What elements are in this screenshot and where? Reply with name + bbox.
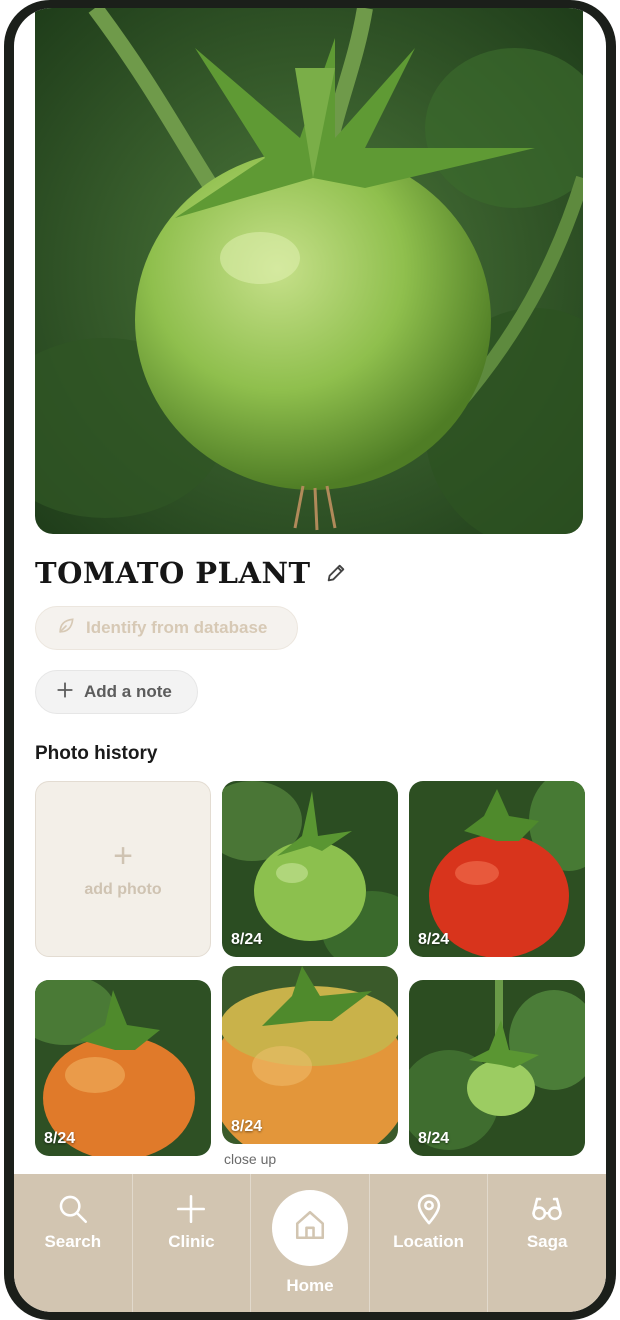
- identify-label: Identify from database: [86, 618, 268, 637]
- nav-location[interactable]: Location: [368, 1174, 488, 1312]
- nav-home-label: Home: [286, 1276, 334, 1295]
- photo-tile[interactable]: 8/24: [409, 980, 585, 1156]
- photo-date: 8/24: [231, 1118, 263, 1135]
- glasses-icon: [532, 1197, 562, 1221]
- add-note-button[interactable]: Add a note: [35, 670, 198, 714]
- photo-date: 8/24: [231, 931, 263, 948]
- nav-home[interactable]: Home: [250, 1174, 369, 1312]
- plus-icon: [56, 681, 74, 704]
- nav-clinic[interactable]: Clinic: [131, 1174, 251, 1312]
- screen: TOMATO PLANT Identify from database Add …: [14, 8, 606, 1312]
- photo-date: 8/24: [44, 1130, 76, 1147]
- add-note-label: Add a note: [84, 682, 172, 701]
- home-icon: [295, 1210, 325, 1240]
- phone-frame: TOMATO PLANT Identify from database Add …: [4, 0, 616, 1320]
- identify-button[interactable]: Identify from database: [35, 606, 298, 650]
- photo-history-title: Photo history: [35, 743, 158, 764]
- photo-date: 8/24: [418, 1130, 450, 1147]
- photo-tile[interactable]: 8/24: [222, 966, 398, 1144]
- photo-date: 8/24: [418, 931, 450, 948]
- title-row: TOMATO PLANT: [35, 556, 347, 590]
- nav-location-label: Location: [393, 1232, 464, 1251]
- pencil-icon[interactable]: [325, 562, 347, 584]
- search-icon: [59, 1195, 87, 1224]
- plus-icon: [177, 1194, 206, 1224]
- photo-caption: close up: [224, 1151, 277, 1167]
- plant-hero-photo[interactable]: [35, 8, 583, 534]
- plus-icon: +: [113, 837, 133, 875]
- nav-clinic-label: Clinic: [168, 1232, 215, 1251]
- photo-tile[interactable]: 8/24: [409, 781, 585, 957]
- home-button-circle: [271, 1190, 348, 1266]
- location-pin-icon: [417, 1194, 440, 1225]
- nav-search-label: Search: [44, 1232, 102, 1251]
- nav-search[interactable]: Search: [14, 1174, 132, 1312]
- leaf-icon: [56, 616, 76, 641]
- plant-title: TOMATO PLANT: [35, 556, 311, 590]
- add-photo-tile[interactable]: + add photo: [35, 781, 211, 957]
- add-photo-label: add photo: [84, 881, 162, 898]
- nav-saga[interactable]: Saga: [487, 1174, 606, 1312]
- bottom-nav: Search Clinic Home Location Saga: [14, 1174, 606, 1312]
- photo-tile[interactable]: 8/24: [35, 980, 211, 1156]
- nav-saga-label: Saga: [526, 1232, 568, 1251]
- photo-tile[interactable]: 8/24: [222, 781, 398, 957]
